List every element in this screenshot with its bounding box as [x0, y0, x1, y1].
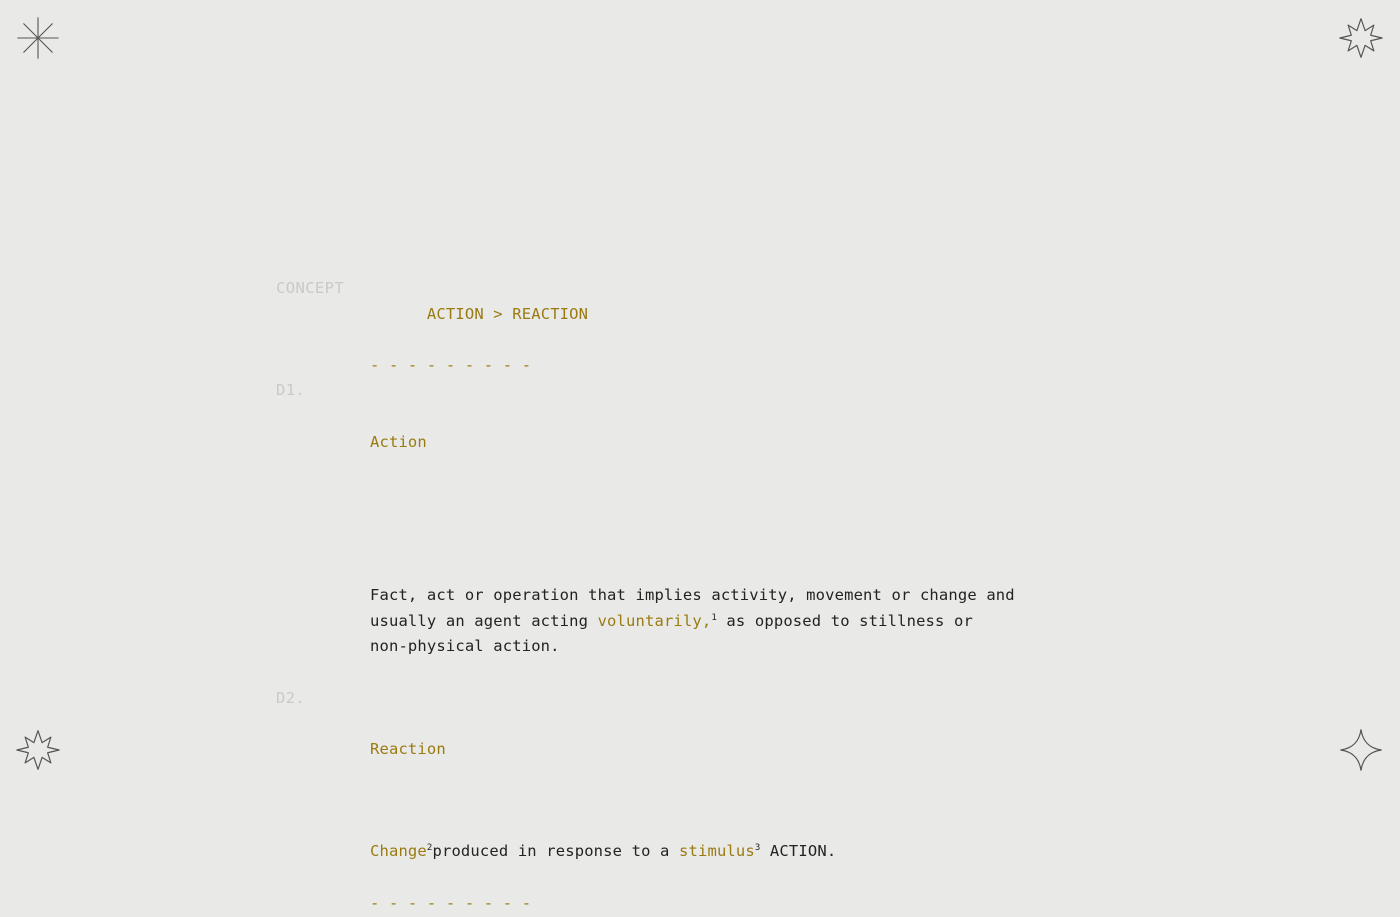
footnote-term: stimulus: [679, 842, 755, 861]
divider-bottom: - - - - - - - - -: [370, 894, 532, 913]
definition-term-2: Reaction: [370, 740, 446, 759]
definition-term-1: Action: [370, 432, 427, 451]
rule-row-top: - - - - - - - - -: [276, 353, 1176, 379]
definition-index-1: D1.: [276, 381, 306, 400]
definition-line: Change2produced in response to a stimulu…: [370, 839, 1176, 865]
definition-line: usually an agent acting voluntarily,1 as…: [370, 609, 1176, 635]
concept-title-separator: [484, 305, 493, 323]
definition-text: non-physical action.: [370, 637, 560, 656]
eight-point-star-icon: [15, 727, 61, 773]
definition-line: non-physical action.: [370, 634, 1176, 660]
footnote-term: Change: [370, 842, 427, 861]
definition-spacer: [276, 660, 1176, 686]
concept-title: ACTION > REACTION: [370, 276, 1176, 353]
concept-title-first: ACTION: [426, 304, 484, 323]
divider-top: - - - - - - - - -: [370, 355, 532, 374]
eight-point-star-icon: [1338, 15, 1384, 61]
rule-row-bottom: - - - - - - - - -: [276, 891, 1176, 917]
asterisk-star-icon: [15, 15, 61, 61]
footnote-term: voluntarily,: [597, 611, 712, 630]
definition-text: as opposed to stillness or: [716, 611, 973, 630]
concept-label: CONCEPT: [276, 279, 345, 297]
entry-header: CONCEPT ACTION > REACTION: [276, 276, 1176, 353]
definition-row-2: D2. Reaction Change2produced in response…: [276, 686, 1176, 865]
definition-body-2: Reaction Change2produced in response to …: [370, 686, 1176, 865]
definition-index-2: D2.: [276, 688, 306, 707]
definition-text: Fact, act or operation that implies acti…: [370, 586, 1015, 605]
definition-body-1: Action Fact, act or operation that impli…: [370, 378, 1176, 660]
definition-row-1: D1. Action Fact, act or operation that i…: [276, 378, 1176, 660]
definition-text: ACTION.: [760, 842, 837, 861]
definition-line: Fact, act or operation that implies acti…: [370, 583, 1176, 609]
definition-text: usually an agent acting: [370, 611, 598, 630]
four-point-sparkle-icon: [1338, 727, 1384, 773]
concept-separator-glyph: >: [493, 304, 503, 323]
concept-title-gap: [503, 305, 512, 323]
concept-title-second: REACTION: [512, 304, 589, 323]
definition-text: produced in response to a: [432, 842, 680, 861]
concept-entry: CONCEPT ACTION > REACTION - - - - - - - …: [276, 276, 1176, 917]
